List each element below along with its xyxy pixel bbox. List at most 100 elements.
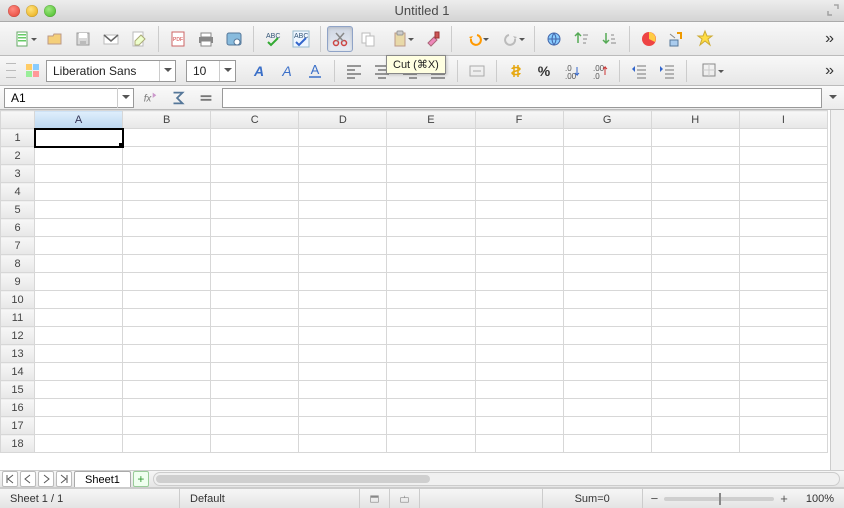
cell[interactable]: [475, 255, 563, 273]
cell[interactable]: [211, 165, 299, 183]
cell[interactable]: [739, 291, 827, 309]
edit-document-button[interactable]: [126, 26, 152, 52]
cell[interactable]: [123, 219, 211, 237]
column-header[interactable]: C: [211, 111, 299, 129]
cell[interactable]: [563, 129, 651, 147]
row-header[interactable]: 7: [1, 237, 35, 255]
add-decimal-button[interactable]: .0.00: [559, 58, 585, 84]
cell[interactable]: [299, 435, 387, 453]
find-button[interactable]: [692, 26, 718, 52]
cell[interactable]: [299, 399, 387, 417]
increase-indent-button[interactable]: [654, 58, 680, 84]
column-header[interactable]: B: [123, 111, 211, 129]
cell[interactable]: [739, 147, 827, 165]
cell[interactable]: [563, 201, 651, 219]
cell[interactable]: [563, 309, 651, 327]
cell[interactable]: [211, 327, 299, 345]
cell[interactable]: [739, 129, 827, 147]
cell[interactable]: [475, 291, 563, 309]
cell[interactable]: [123, 147, 211, 165]
formula-input[interactable]: [222, 88, 822, 108]
auto-spellcheck-button[interactable]: ABC: [288, 26, 314, 52]
copy-button[interactable]: [355, 26, 381, 52]
cell[interactable]: [563, 255, 651, 273]
cell[interactable]: [739, 165, 827, 183]
cell[interactable]: [123, 381, 211, 399]
cell[interactable]: [211, 363, 299, 381]
cell[interactable]: [211, 291, 299, 309]
cell[interactable]: [651, 201, 739, 219]
column-header[interactable]: H: [651, 111, 739, 129]
font-name-combo[interactable]: Liberation Sans: [46, 60, 176, 82]
sum-button[interactable]: [166, 88, 190, 108]
column-header[interactable]: A: [35, 111, 123, 129]
spellcheck-button[interactable]: ABC: [260, 26, 286, 52]
cell[interactable]: [387, 237, 475, 255]
cell[interactable]: [563, 147, 651, 165]
row-header[interactable]: 6: [1, 219, 35, 237]
cell[interactable]: [739, 255, 827, 273]
decrease-indent-button[interactable]: [626, 58, 652, 84]
cell[interactable]: [563, 183, 651, 201]
last-sheet-button[interactable]: [56, 471, 72, 487]
cell[interactable]: [35, 327, 123, 345]
save-document-button[interactable]: [70, 26, 96, 52]
cell[interactable]: [211, 345, 299, 363]
cell[interactable]: [651, 381, 739, 399]
column-header[interactable]: E: [387, 111, 475, 129]
sum-display[interactable]: Sum=0: [543, 489, 643, 508]
cell[interactable]: [299, 345, 387, 363]
cell[interactable]: [299, 381, 387, 399]
zoom-out-button[interactable]: −: [651, 491, 659, 506]
cell[interactable]: [651, 273, 739, 291]
cell[interactable]: [35, 237, 123, 255]
cell[interactable]: [387, 327, 475, 345]
cell[interactable]: [387, 129, 475, 147]
cell[interactable]: [651, 255, 739, 273]
column-header[interactable]: F: [475, 111, 563, 129]
cell[interactable]: [475, 399, 563, 417]
cell[interactable]: [299, 363, 387, 381]
cell[interactable]: [299, 183, 387, 201]
cell[interactable]: [123, 183, 211, 201]
remove-decimal-button[interactable]: .00.0: [587, 58, 613, 84]
cell[interactable]: [475, 435, 563, 453]
row-header[interactable]: 8: [1, 255, 35, 273]
cell[interactable]: [211, 273, 299, 291]
zoom-slider[interactable]: [664, 497, 774, 501]
cut-button[interactable]: [327, 26, 353, 52]
cell[interactable]: [299, 273, 387, 291]
horizontal-scrollbar[interactable]: [153, 472, 840, 486]
row-header[interactable]: 15: [1, 381, 35, 399]
cell[interactable]: [387, 291, 475, 309]
function-equals-button[interactable]: [194, 88, 218, 108]
cell[interactable]: [651, 129, 739, 147]
cell[interactable]: [123, 165, 211, 183]
cell[interactable]: [563, 345, 651, 363]
email-document-button[interactable]: [98, 26, 124, 52]
row-header[interactable]: 2: [1, 147, 35, 165]
cell[interactable]: [475, 363, 563, 381]
print-button[interactable]: [193, 26, 219, 52]
paste-button[interactable]: [383, 26, 417, 52]
styles-button[interactable]: [22, 60, 44, 82]
cell[interactable]: [387, 309, 475, 327]
row-header[interactable]: 11: [1, 309, 35, 327]
formula-bar-expand-icon[interactable]: [826, 88, 840, 108]
redo-button[interactable]: [494, 26, 528, 52]
cell[interactable]: [651, 399, 739, 417]
formatting-overflow-button[interactable]: »: [821, 62, 838, 80]
cell[interactable]: [123, 291, 211, 309]
borders-button[interactable]: [693, 58, 727, 84]
cell[interactable]: [475, 183, 563, 201]
cell[interactable]: [651, 183, 739, 201]
font-name-dropdown-icon[interactable]: [159, 61, 175, 81]
cell[interactable]: [387, 417, 475, 435]
undo-button[interactable]: [458, 26, 492, 52]
cell[interactable]: [35, 435, 123, 453]
cell[interactable]: [387, 399, 475, 417]
cell[interactable]: [35, 165, 123, 183]
row-header[interactable]: 3: [1, 165, 35, 183]
row-header[interactable]: 12: [1, 327, 35, 345]
cell[interactable]: [211, 183, 299, 201]
